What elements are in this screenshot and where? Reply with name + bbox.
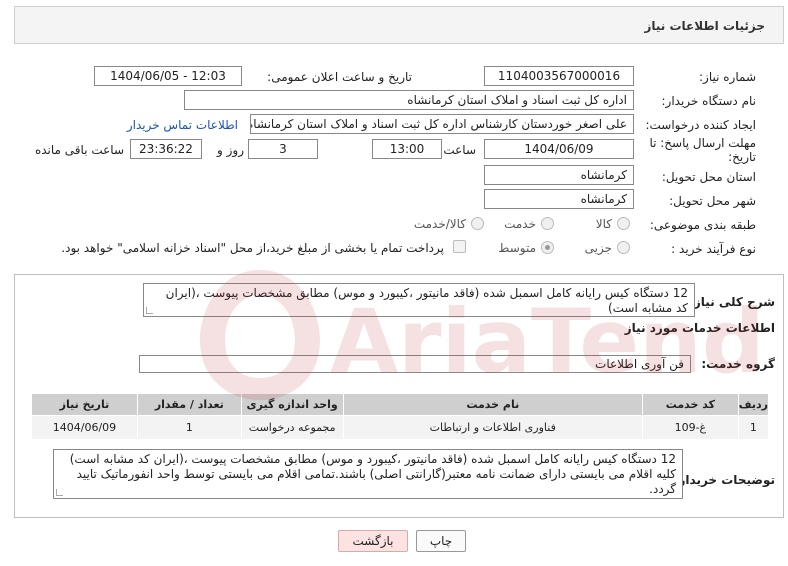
buyer-field: اداره کل ثبت اسناد و املاک استان کرمانشا… — [184, 90, 634, 110]
payment-note: پرداخت تمام یا بخشی از مبلغ خرید،از محل … — [61, 241, 444, 255]
announce-label: تاریخ و ساعت اعلان عمومی: — [267, 70, 412, 84]
province-label: استان محل تحویل: — [661, 170, 756, 184]
buyer-label: نام دستگاه خریدار: — [661, 94, 757, 108]
summary-textarea: 12 دستگاه کیس رایانه کامل اسمبل شده (فاق… — [143, 283, 695, 317]
category-radio-goods-service[interactable] — [471, 217, 484, 230]
resize-grip-icon[interactable] — [146, 307, 153, 314]
creator-field: علی اصغر خوردستان کارشناس اداره کل ثبت ا… — [250, 114, 634, 134]
cell-service-code: غ-109 — [641, 415, 739, 440]
need-number-label: شماره نیاز: — [699, 70, 756, 84]
service-group-label: گروه خدمت: — [701, 357, 775, 371]
table-header-row: ردیف کد خدمت نام خدمت واحد اندازه گیری ت… — [31, 393, 770, 416]
creator-label: ایجاد کننده درخواست: — [645, 118, 756, 132]
need-number-field: 1104003567000016 — [484, 66, 634, 86]
category-radio-service[interactable] — [541, 217, 554, 230]
buyer-notes-text: 12 دستگاه کیس رایانه کامل اسمبل شده (فاق… — [69, 452, 676, 496]
city-label: شهر محل تحویل: — [669, 194, 756, 208]
days-label: روز و — [217, 143, 244, 157]
col-quantity: تعداد / مقدار — [136, 393, 242, 416]
cell-unit: مجموعه درخواست — [240, 415, 344, 440]
remaining-time-field: 23:36:22 — [130, 139, 202, 159]
print-button[interactable]: چاپ — [416, 530, 466, 552]
col-service-name: نام خدمت — [342, 393, 643, 416]
col-row: ردیف — [737, 393, 770, 416]
province-field: کرمانشاه — [484, 165, 634, 185]
col-unit: واحد اندازه گیری — [240, 393, 344, 416]
treasury-checkbox[interactable] — [453, 240, 466, 253]
category-radio-goods[interactable] — [617, 217, 630, 230]
process-option-medium: متوسط — [498, 241, 536, 255]
table-row: 1 غ-109 فناوری اطلاعات و ارتباطات مجموعه… — [31, 415, 770, 440]
deadline-time-field: 13:00 — [372, 139, 442, 159]
cell-need-date: 1404/06/09 — [31, 415, 138, 440]
summary-label: شرح کلی نیاز: — [689, 295, 775, 309]
category-label: طبقه بندی موضوعی: — [649, 218, 756, 232]
process-radio-medium[interactable] — [541, 241, 554, 254]
need-info-form: شماره نیاز: 1104003567000016 تاریخ و ساع… — [14, 52, 784, 266]
page-header: جزئیات اطلاعات نیاز — [14, 6, 784, 44]
process-label: نوع فرآیند خرید : — [671, 242, 756, 256]
back-button[interactable]: بازگشت — [338, 530, 408, 552]
category-option-goods-service: کالا/خدمت — [413, 217, 466, 231]
announce-field: 1404/06/05 - 12:03 — [94, 66, 242, 86]
col-service-code: کد خدمت — [641, 393, 739, 416]
service-group-field: فن آوری اطلاعات — [139, 355, 691, 373]
time-label: ساعت — [443, 143, 476, 157]
buyer-notes-textarea: 12 دستگاه کیس رایانه کامل اسمبل شده (فاق… — [53, 449, 683, 499]
buyer-contact-link[interactable]: اطلاعات تماس خریدار — [127, 118, 238, 132]
buyer-notes-label: توضیحات خریدار: — [673, 473, 775, 487]
services-title: اطلاعات خدمات مورد نیاز — [624, 321, 775, 335]
need-details-section: شرح کلی نیاز: 12 دستگاه کیس رایانه کامل … — [14, 274, 784, 518]
category-option-goods: کالا — [595, 217, 612, 231]
deadline-date-field: 1404/06/09 — [484, 139, 634, 159]
resize-grip-icon[interactable] — [56, 489, 63, 496]
deadline-label-2: تاریخ: — [728, 150, 756, 164]
deadline-label: مهلت ارسال پاسخ: تا — [649, 136, 756, 150]
process-option-minor: جزیی — [584, 241, 612, 255]
col-need-date: تاریخ نیاز — [31, 393, 138, 416]
page-title: جزئیات اطلاعات نیاز — [644, 19, 765, 33]
summary-text: 12 دستگاه کیس رایانه کامل اسمبل شده (فاق… — [165, 286, 688, 315]
cell-quantity: 1 — [136, 415, 242, 440]
remaining-label: ساعت باقی مانده — [34, 143, 124, 157]
city-field: کرمانشاه — [484, 189, 634, 209]
services-table: ردیف کد خدمت نام خدمت واحد اندازه گیری ت… — [31, 393, 770, 440]
days-field: 3 — [248, 139, 318, 159]
cell-row: 1 — [737, 415, 770, 440]
category-option-service: خدمت — [504, 217, 536, 231]
process-radio-minor[interactable] — [617, 241, 630, 254]
cell-service-name: فناوری اطلاعات و ارتباطات — [342, 415, 643, 440]
